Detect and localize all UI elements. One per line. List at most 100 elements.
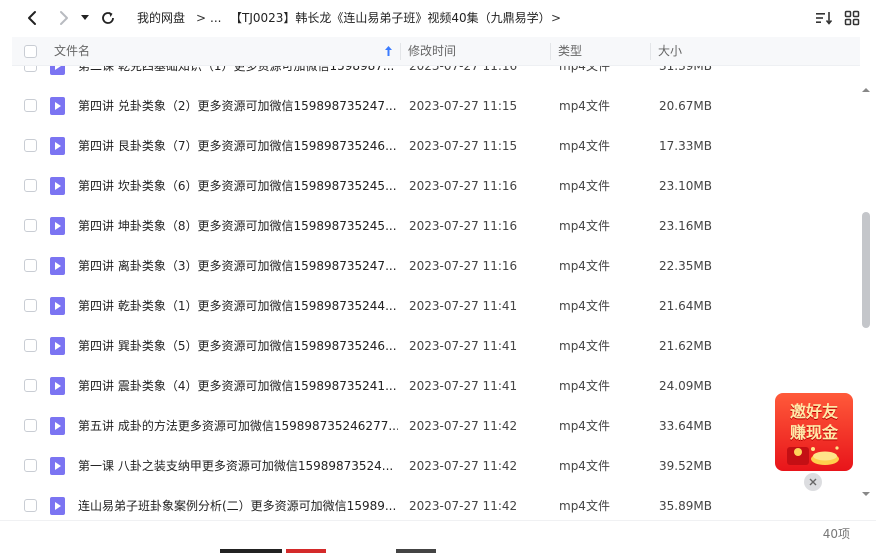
file-row[interactable]: 第四讲 离卦类象（3）更多资源可加微信159898735247... 2023-…	[12, 246, 860, 286]
taskbar-strip	[396, 549, 436, 553]
file-size: 35.89MB	[659, 499, 712, 513]
file-row[interactable]: 第四讲 兑卦类象（2）更多资源可加微信159898735247... 2023-…	[12, 86, 860, 126]
row-checkbox[interactable]	[24, 379, 37, 392]
row-checkbox[interactable]	[24, 179, 37, 192]
file-size: 23.10MB	[659, 179, 712, 193]
row-checkbox[interactable]	[24, 499, 37, 512]
invite-friends-promo[interactable]: 邀好友 赚现金	[775, 393, 853, 471]
file-name[interactable]: 第二课 乾兑四基础知识（1）更多资源可加微信1598987...	[78, 66, 398, 86]
file-name[interactable]: 第一课 八卦之装支纳甲更多资源可加微信15989873524...	[78, 446, 398, 486]
file-name[interactable]: 第四讲 兑卦类象（2）更多资源可加微信159898735247...	[78, 86, 398, 126]
file-row[interactable]: 连山易弟子班卦象案例分析(二）更多资源可加微信15989... 2023-07-…	[12, 486, 860, 520]
grid-view-icon	[844, 10, 860, 26]
file-type: mp4文件	[559, 339, 610, 353]
file-name[interactable]: 第四讲 巽卦类象（5）更多资源可加微信159898735246...	[78, 326, 398, 366]
file-name[interactable]: 第四讲 乾卦类象（1）更多资源可加微信159898735244...	[78, 286, 398, 326]
item-count: 40项	[822, 527, 850, 541]
row-checkbox[interactable]	[24, 139, 37, 152]
file-row[interactable]: 第四讲 巽卦类象（5）更多资源可加微信159898735246... 2023-…	[12, 326, 860, 366]
file-modified-time: 2023-07-27 11:15	[409, 99, 518, 113]
file-modified-time: 2023-07-27 11:41	[409, 379, 518, 393]
scroll-down-arrow-icon[interactable]	[862, 490, 870, 498]
row-checkbox[interactable]	[24, 219, 37, 232]
file-modified-time: 2023-07-27 11:42	[409, 419, 518, 433]
file-size: 33.64MB	[659, 419, 712, 433]
file-type: mp4文件	[559, 459, 610, 473]
file-name[interactable]: 第四讲 离卦类象（3）更多资源可加微信159898735247...	[78, 246, 398, 286]
video-file-icon	[50, 257, 65, 275]
row-checkbox[interactable]	[24, 99, 37, 112]
file-name[interactable]: 第四讲 震卦类象（4）更多资源可加微信159898735241...	[78, 366, 398, 406]
promo-line-2: 赚现金	[789, 423, 838, 442]
close-icon	[809, 478, 817, 486]
file-type: mp4文件	[559, 419, 610, 433]
column-header-type[interactable]: 类型	[550, 37, 650, 65]
breadcrumb-ellipsis[interactable]: ...	[210, 9, 221, 27]
row-checkbox[interactable]	[24, 66, 37, 72]
video-file-icon	[50, 377, 65, 395]
breadcrumb-root[interactable]: 我的网盘	[137, 9, 185, 27]
file-name[interactable]: 第四讲 坤卦类象（8）更多资源可加微信159898735245...	[78, 206, 398, 246]
refresh-icon	[102, 12, 114, 24]
column-header-modified[interactable]: 修改时间	[400, 37, 550, 65]
dropdown-caret-icon	[81, 15, 89, 20]
scroll-up-arrow-icon[interactable]	[862, 86, 870, 94]
file-row[interactable]: 第四讲 坤卦类象（8）更多资源可加微信159898735245... 2023-…	[12, 206, 860, 246]
row-checkbox[interactable]	[24, 299, 37, 312]
video-file-icon	[50, 66, 65, 75]
row-checkbox[interactable]	[24, 339, 37, 352]
column-header-name[interactable]: 文件名	[46, 37, 400, 65]
file-row[interactable]: 第四讲 坎卦类象（6）更多资源可加微信159898735245... 2023-…	[12, 166, 860, 206]
vertical-scrollbar[interactable]	[860, 66, 872, 520]
column-header-name-label: 文件名	[54, 44, 91, 58]
file-modified-time: 2023-07-27 11:16	[409, 219, 518, 233]
forward-arrow-icon	[60, 11, 68, 25]
file-list: 第二课 乾兑四基础知识（1）更多资源可加微信1598987... 2023-07…	[12, 66, 860, 520]
file-size: 17.33MB	[659, 139, 712, 153]
history-dropdown-button[interactable]	[74, 6, 96, 30]
file-name[interactable]: 连山易弟子班卦象案例分析(二）更多资源可加微信15989...	[78, 486, 398, 520]
row-checkbox[interactable]	[24, 419, 37, 432]
breadcrumb-separator: >	[551, 11, 562, 25]
red-envelope-icon	[787, 446, 839, 465]
file-row[interactable]: 第四讲 艮卦类象（7）更多资源可加微信159898735246... 2023-…	[12, 126, 860, 166]
forward-button[interactable]	[52, 6, 76, 30]
file-size: 31.39MB	[659, 66, 712, 73]
column-header-size[interactable]: 大小	[650, 37, 850, 65]
video-file-icon	[50, 177, 65, 195]
file-type: mp4文件	[559, 259, 610, 273]
file-row[interactable]: 第一课 八卦之装支纳甲更多资源可加微信15989873524... 2023-0…	[12, 446, 860, 486]
file-row[interactable]: 第四讲 震卦类象（4）更多资源可加微信159898735241... 2023-…	[12, 366, 860, 406]
file-row[interactable]: 第五讲 成卦的方法更多资源可加微信159898735246277... 2023…	[12, 406, 860, 446]
file-size: 23.16MB	[659, 219, 712, 233]
file-type: mp4文件	[559, 179, 610, 193]
row-checkbox[interactable]	[24, 459, 37, 472]
back-button[interactable]	[20, 6, 44, 30]
file-name[interactable]: 第四讲 坎卦类象（6）更多资源可加微信159898735245...	[78, 166, 398, 206]
file-size: 20.67MB	[659, 99, 712, 113]
file-name[interactable]: 第四讲 艮卦类象（7）更多资源可加微信159898735246...	[78, 126, 398, 166]
video-file-icon	[50, 217, 65, 235]
scrollbar-thumb[interactable]	[862, 212, 870, 328]
promo-close-button[interactable]	[804, 473, 822, 491]
video-file-icon	[50, 457, 65, 475]
grid-view-button[interactable]	[842, 8, 862, 28]
video-file-icon	[50, 297, 65, 315]
file-type: mp4文件	[559, 99, 610, 113]
breadcrumb-current-folder[interactable]: 【TJ0023】韩长龙《连山易弟子班》视频40集（九鼎易学）	[230, 9, 551, 27]
sort-button[interactable]	[814, 8, 834, 28]
sort-icon	[816, 12, 833, 25]
refresh-button[interactable]	[96, 6, 120, 30]
file-size: 22.35MB	[659, 259, 712, 273]
file-row[interactable]: 第四讲 乾卦类象（1）更多资源可加微信159898735244... 2023-…	[12, 286, 860, 326]
file-name[interactable]: 第五讲 成卦的方法更多资源可加微信159898735246277...	[78, 406, 398, 446]
file-modified-time: 2023-07-27 11:42	[409, 499, 518, 513]
file-row[interactable]: 第二课 乾兑四基础知识（1）更多资源可加微信1598987... 2023-07…	[12, 66, 860, 86]
file-size: 21.62MB	[659, 339, 712, 353]
row-checkbox[interactable]	[24, 259, 37, 272]
select-all-checkbox[interactable]	[24, 45, 37, 58]
back-arrow-icon	[28, 11, 36, 25]
status-bar: 40项	[0, 520, 876, 553]
file-modified-time: 2023-07-27 11:41	[409, 299, 518, 313]
file-size: 24.09MB	[659, 379, 712, 393]
